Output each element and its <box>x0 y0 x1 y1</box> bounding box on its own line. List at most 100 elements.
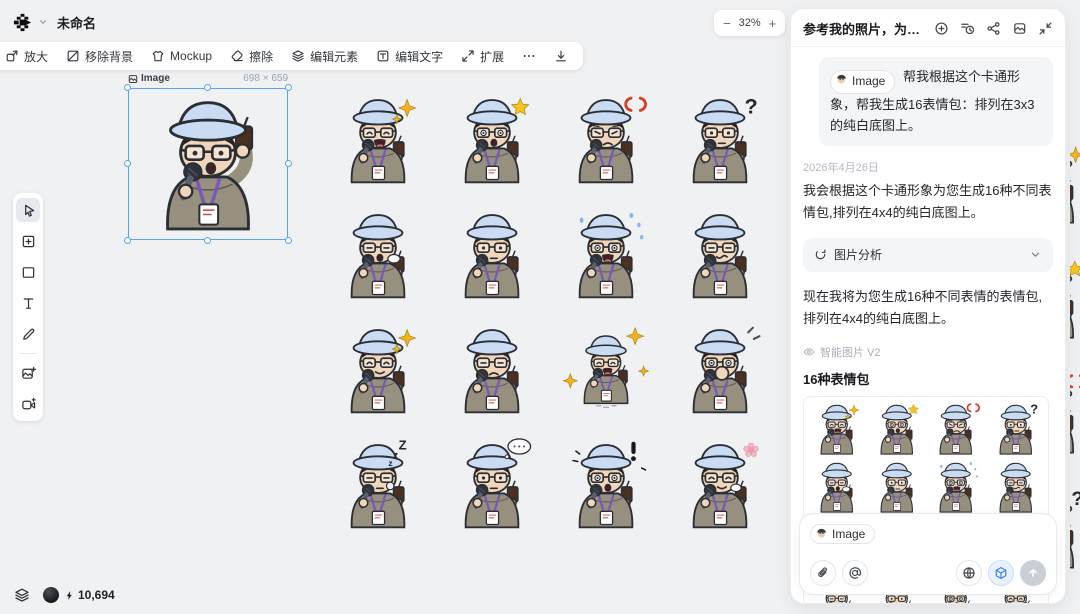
chat-date: 2026年4月26日 <box>803 159 1053 175</box>
eraser-icon <box>230 49 244 63</box>
zoom-control: − 32% + <box>714 10 785 36</box>
sidebar-tool-cursor[interactable] <box>16 198 40 222</box>
canvas-edge-images: ? <box>1070 136 1080 596</box>
gallery-icon[interactable] <box>1012 21 1027 36</box>
assistant-message-progress: 现在我将为您生成16种不同表情的表情包,排列在4x4的纯白底图上。 <box>803 286 1053 330</box>
toolbar-download-button[interactable] <box>545 42 577 70</box>
selection-handle[interactable] <box>285 237 292 244</box>
sticker-content[interactable] <box>331 318 425 422</box>
sticker-sleep[interactable]: Zzz <box>331 433 425 537</box>
toolbar-edit-elements-button[interactable]: 编辑元素 <box>282 42 367 70</box>
edge-canvas-image[interactable] <box>1070 366 1080 470</box>
thumb-sticker-serious <box>867 458 927 516</box>
model-select-button[interactable] <box>988 560 1014 586</box>
selection-handle[interactable] <box>204 84 211 91</box>
svg-text:z: z <box>393 451 398 462</box>
toolbar-eraser-button[interactable]: 擦除 <box>221 42 282 70</box>
toolbar-tshirt-button[interactable]: Mockup <box>142 42 221 70</box>
sidebar-tool-frame-plus[interactable] <box>16 229 40 253</box>
cursor-icon <box>21 203 36 218</box>
model-label: 智能图片 V2 <box>820 344 881 360</box>
edit-elements-icon <box>291 49 305 63</box>
svg-text:Z: Z <box>399 437 407 452</box>
canvas-image[interactable] <box>128 88 288 240</box>
input-image-chip[interactable]: Image <box>810 524 875 544</box>
share-icon[interactable] <box>986 21 1001 36</box>
sidebar-tool-rectangle[interactable] <box>16 260 40 284</box>
sticker-thinking[interactable] <box>445 433 539 537</box>
sidebar-tool-image-plus[interactable] <box>16 361 40 385</box>
sticker-confused[interactable]: ? <box>673 88 767 192</box>
edit-text-icon <box>376 49 390 63</box>
history-icon[interactable] <box>960 21 975 36</box>
selection-handle[interactable] <box>204 237 211 244</box>
zoom-out-button[interactable]: − <box>723 17 731 30</box>
selection-meta: Image 698 × 659 <box>128 73 288 84</box>
sticker-surprised[interactable] <box>445 88 539 192</box>
thumb-sticker-panic <box>926 458 986 516</box>
selection-handle[interactable] <box>124 84 131 91</box>
sticker-shy[interactable] <box>673 433 767 537</box>
chat-input-actions <box>810 560 1046 586</box>
sidebar-tool-video-plus[interactable] <box>16 392 40 416</box>
chat-panel: 参考我的照片，为我生成9种… Image 帮我根据这个卡通形象，帮我生成16表情… <box>790 8 1066 604</box>
svg-text:?: ? <box>1030 401 1038 416</box>
input-image-chip-label: Image <box>832 527 865 541</box>
web-search-button[interactable] <box>956 560 982 586</box>
doc-chevron-down-icon[interactable] <box>38 17 48 27</box>
selection-handle[interactable] <box>124 237 131 244</box>
collapse-icon[interactable] <box>1038 21 1053 36</box>
sticker-panic[interactable] <box>559 203 653 307</box>
selection-handle[interactable] <box>124 160 131 167</box>
sticker-sad[interactable] <box>445 318 539 422</box>
edge-canvas-image[interactable]: ? <box>1070 481 1080 585</box>
sidebar-tool-pencil[interactable] <box>16 322 40 346</box>
sticker-wail[interactable] <box>673 203 767 307</box>
app-root: 未命名 − 32% + 放大移除背景Mockup擦除编辑元素编辑文字扩展 Ima… <box>0 0 1080 614</box>
thumb-sticker-laugh <box>807 400 867 458</box>
sticker-jump-excited[interactable] <box>559 318 653 422</box>
toolbar-edit-text-button[interactable]: 编辑文字 <box>367 42 452 70</box>
credits-value: 10,694 <box>78 588 115 602</box>
layers-icon[interactable] <box>14 587 30 603</box>
toolbar-more-button[interactable] <box>513 42 545 70</box>
sticker-laugh[interactable] <box>331 88 425 192</box>
sticker-cover-mouth[interactable] <box>673 318 767 422</box>
sticker-grid: ? Zzz <box>331 88 767 537</box>
sticker-sigh[interactable] <box>331 203 425 307</box>
thumb-sticker-confused: ? <box>986 400 1046 458</box>
sticker-serious[interactable] <box>445 203 539 307</box>
chat-title: 参考我的照片，为我生成9种… <box>803 19 924 38</box>
image-chip-avatar-icon <box>815 526 828 542</box>
selection-handle[interactable] <box>285 84 292 91</box>
send-button[interactable] <box>1020 560 1046 586</box>
selection-label: Image <box>141 73 170 84</box>
image-reference-chip: Image <box>830 70 895 94</box>
doc-title[interactable]: 未命名 <box>57 13 96 32</box>
toolbar-expand-button[interactable]: 扩展 <box>452 42 513 70</box>
thumb-sticker-surprised <box>867 400 927 458</box>
app-logo[interactable] <box>12 12 33 33</box>
edge-canvas-image[interactable] <box>1070 136 1080 240</box>
zoom-in-button[interactable]: + <box>769 17 777 30</box>
doc-header: 未命名 <box>12 9 96 35</box>
chat-header-icons <box>934 21 1053 36</box>
toolbar-upscale-button[interactable]: 放大 <box>0 42 57 70</box>
edge-canvas-image[interactable] <box>1070 251 1080 355</box>
model-row: 智能图片 V2 <box>803 344 1053 360</box>
image-chip-label: Image <box>852 72 885 92</box>
image-icon <box>128 74 138 84</box>
toolbar-remove-bg-button[interactable]: 移除背景 <box>57 42 142 70</box>
image-analysis-toggle[interactable]: 图片分析 <box>803 238 1053 272</box>
selection-handle[interactable] <box>285 160 292 167</box>
chat-input[interactable] <box>810 544 1046 560</box>
sidebar-tool-text[interactable] <box>16 291 40 315</box>
assistant-message-intro: 我会根据这个卡通形象为您生成16种不同表情包,排列在4x4的纯白底图上。 <box>803 180 1053 224</box>
new-chat-icon[interactable] <box>934 21 949 36</box>
sticker-shocked[interactable] <box>559 433 653 537</box>
image-chip-avatar-icon <box>835 72 848 92</box>
attach-button[interactable] <box>810 560 836 586</box>
download-icon <box>554 49 568 63</box>
mention-button[interactable] <box>842 560 868 586</box>
sticker-angry[interactable] <box>559 88 653 192</box>
